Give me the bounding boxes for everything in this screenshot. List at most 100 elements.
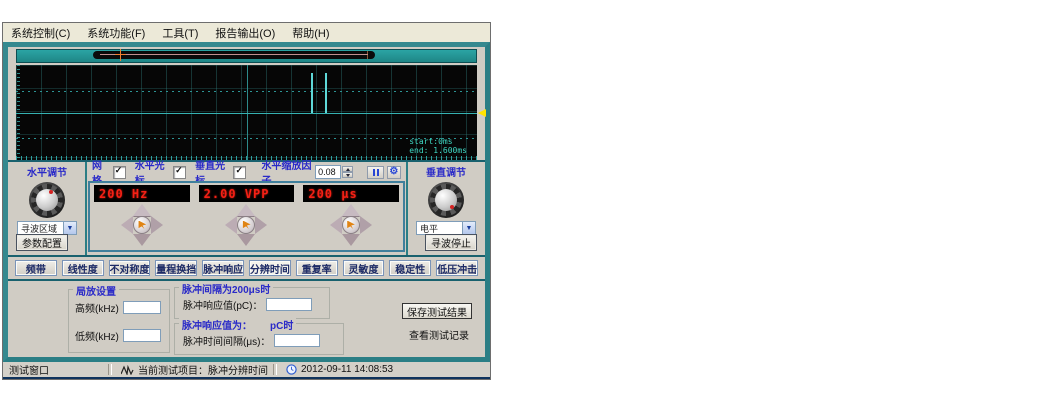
status-window-label: 测试窗口 [9,362,49,377]
current-test-label: 当前测试项目：脉冲分辨时间 [138,362,268,377]
test-settings-panel: 局放设置 高频(kHz) 低频(kHz) 脉冲间隔为200μs时 脉冲响应值(p… [8,279,485,357]
param-config-button[interactable]: 参数配置 [16,234,68,251]
pulse-response-group-title: 脉冲响应值为： pC时 [179,317,296,332]
knob-indicator-dot [49,190,53,194]
status-bar: 测试窗口 当前测试项目：脉冲分辨时间 2012-09-11 14:08:53 [3,362,490,379]
menu-report-output[interactable]: 报告输出(O) [215,25,275,41]
arrow-right-button[interactable] [151,216,163,234]
test-item-button-row: 频带 线性度 不对称度 量程换挡 脉冲响应 分辨时间 重复率 灵敏度 稳定性 低… [8,255,485,279]
status-divider [108,364,112,375]
clock-icon [286,364,297,375]
menu-help[interactable]: 帮助(H) [292,25,329,41]
test-tab-range-shift[interactable]: 量程换挡 [155,260,197,276]
status-datetime: 2012-09-11 14:08:53 [301,364,393,375]
spinner-down-button[interactable] [342,172,353,178]
arrow-down-button[interactable] [237,234,255,246]
zoom-factor-value[interactable]: 0.08 [315,165,341,179]
vertical-mode-value: 电平 [420,222,438,235]
horizontal-adjust-panel: 水平调节 寻波区域 ▼ [11,164,83,235]
zoom-factor-spinner [342,166,353,178]
horizontal-mode-dropdown[interactable]: 寻波区域 ▼ [17,221,77,235]
amplitude-arrow-pad [225,204,267,246]
pulse-response-group: 脉冲响应值为：pC时 脉冲时间间隔(μs)： [174,323,344,355]
pd-settings-group: 局放设置 高频(kHz) 低频(kHz) [68,289,170,353]
arrow-up-button[interactable] [133,204,151,216]
stop-wave-search-button[interactable]: 寻波停止 [425,234,477,251]
pause-icon [373,169,375,176]
main-window: start:0ms end: 1.600ms 水平调节 寻波区域 ▼ [3,42,490,362]
test-tab-sensitivity[interactable]: 灵敏度 [343,260,385,276]
knob-indicator-dot [450,205,454,209]
pause-button[interactable] [367,166,383,179]
test-tab-repetition-rate[interactable]: 重复率 [296,260,338,276]
pulse-interval-group: 脉冲间隔为200μs时 脉冲响应值(pC)： [174,287,330,319]
arrow-up-button[interactable] [342,204,360,216]
grid-checkbox[interactable] [113,166,126,179]
arrow-down-button[interactable] [342,234,360,246]
test-tab-asymmetry[interactable]: 不对称度 [109,260,151,276]
arrow-down-button[interactable] [133,234,151,246]
waveform-range-slider[interactable] [16,49,477,63]
pulse-response-input[interactable] [266,298,312,311]
led-display-row: 200 Hz 2.00 VPP 200 μs [90,183,403,202]
pulse-time-interval-input[interactable] [274,334,320,347]
arrow-right-button[interactable] [255,216,267,234]
h-cursor-checkbox[interactable] [173,166,186,179]
pad-center-button[interactable] [342,216,360,234]
pause-icon [377,169,379,176]
test-tab-resolution-time[interactable]: 分辨时间 [249,260,291,276]
save-results-button[interactable]: 保存测试结果 [402,303,472,319]
settings-button[interactable]: ⚙ [387,166,401,179]
vertical-adjust-knob[interactable] [428,182,464,218]
view-records-link[interactable]: 查看测试记录 [409,327,469,342]
scope-end-label: end: 1.600ms [409,146,467,155]
gear-icon: ⚙ [389,167,398,177]
test-tab-band[interactable]: 频带 [15,260,57,276]
v-cursor-checkbox[interactable] [233,166,246,179]
low-freq-input[interactable] [123,329,161,342]
arrow-left-button[interactable] [225,216,237,234]
scrollbar-thumb[interactable] [93,51,375,59]
interval-display: 200 μs [303,185,399,202]
test-tab-pulse-response[interactable]: 脉冲响应 [202,260,244,276]
scope-options-row: 网格 水平光标 垂直光标 水平缩放因子 0.08 [92,165,401,179]
hand-pointer-icon [138,221,147,230]
chevron-down-icon[interactable]: ▼ [63,222,76,234]
group-title-prefix: 脉冲响应值为： [182,321,252,332]
test-tab-low-voltage[interactable]: 低压冲击 [436,260,478,276]
arrow-up-button[interactable] [237,204,255,216]
test-tab-stability[interactable]: 稳定性 [389,260,431,276]
menu-system-control[interactable]: 系统控制(C) [11,25,70,41]
low-freq-label: 低频(kHz) [75,328,119,343]
frequency-arrow-pad [121,204,163,246]
pd-test-application-window: 系统控制(C) 系统功能(F) 工具(T) 报告输出(O) 帮助(H) [3,23,490,379]
horizontal-adjust-knob[interactable] [29,182,65,218]
pad-center-button[interactable] [237,216,255,234]
group-title-suffix: pC时 [270,321,293,332]
interval-arrow-pad [330,204,372,246]
chevron-down-icon[interactable]: ▼ [462,222,475,234]
slider-cursor-marker[interactable] [115,49,126,61]
high-freq-input[interactable] [123,301,161,314]
scope-start-label: start:0ms [409,137,467,146]
status-divider [273,364,277,375]
scope-plot[interactable]: start:0ms end: 1.600ms [16,65,477,160]
menu-tools[interactable]: 工具(T) [162,25,198,41]
arrow-left-button[interactable] [330,216,342,234]
vertical-adjust-label: 垂直调节 [410,164,482,179]
arrow-left-button[interactable] [121,216,133,234]
arrow-right-button[interactable] [360,216,372,234]
hand-pointer-icon [242,221,251,230]
menu-system-function[interactable]: 系统功能(F) [87,25,145,41]
amplitude-display: 2.00 VPP [199,185,295,202]
trigger-level-marker-icon[interactable] [478,109,486,117]
pulse-interval-group-title: 脉冲间隔为200μs时 [179,281,273,296]
hand-pointer-icon [346,221,355,230]
test-tab-linearity[interactable]: 线性度 [62,260,104,276]
pulse-trace [325,73,327,114]
pulse-waveform-icon [121,365,134,375]
triangle-up-icon [346,168,350,171]
vertical-mode-dropdown[interactable]: 电平 ▼ [416,221,476,235]
vertical-adjust-panel: 垂直调节 电平 ▼ [410,164,482,235]
pad-center-button[interactable] [133,216,151,234]
